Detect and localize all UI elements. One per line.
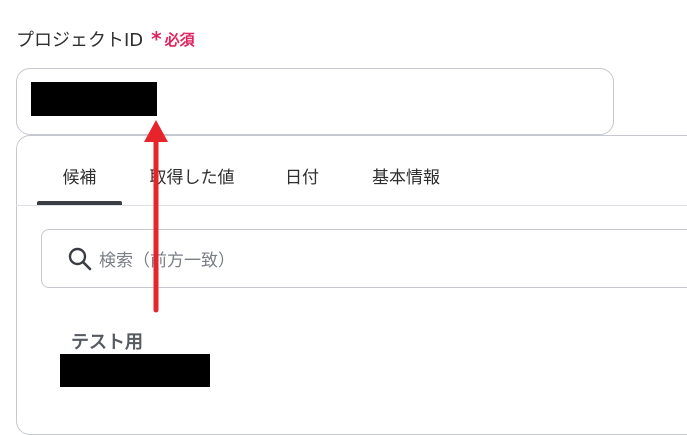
annotation-arrow-icon	[144, 120, 168, 313]
